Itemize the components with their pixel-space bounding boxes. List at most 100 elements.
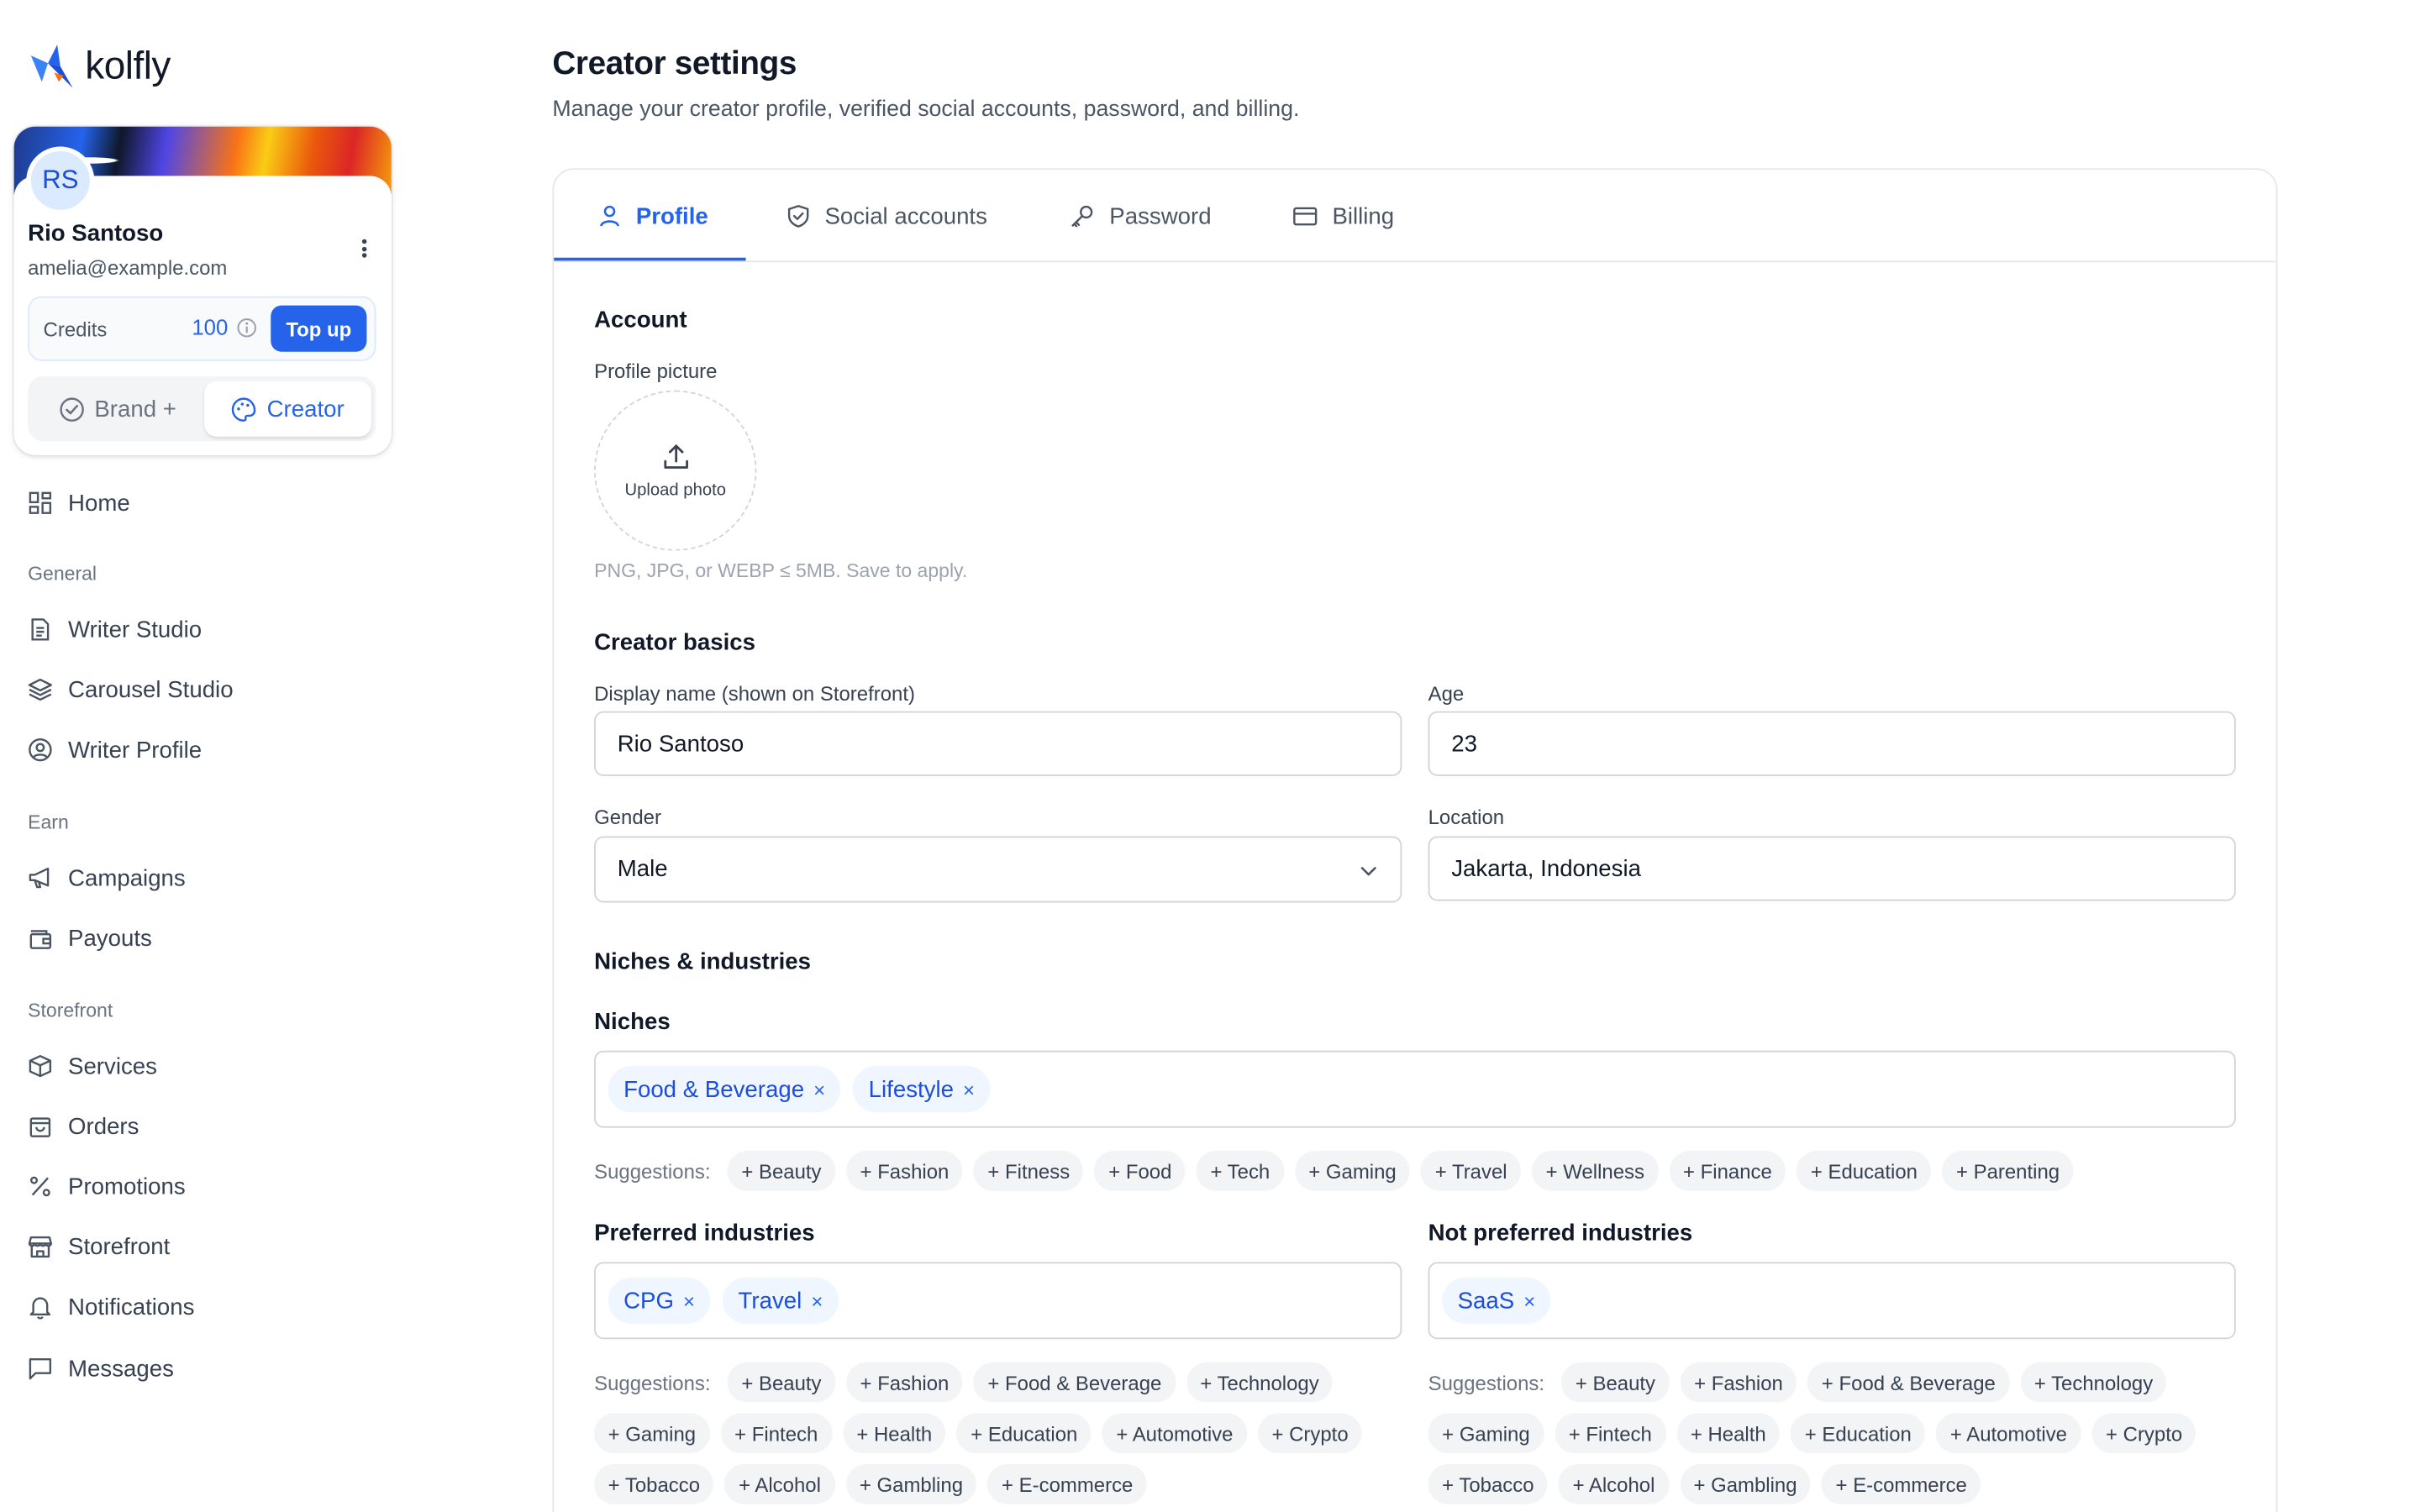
industry-chip: SaaS × (1442, 1277, 1551, 1324)
sidebar-item-writer-studio[interactable]: Writer Studio (28, 609, 202, 649)
sidebar-item-label: Carousel Studio (68, 676, 234, 703)
suggestion-chip[interactable]: + Alcohol (1559, 1464, 1669, 1504)
sidebar-item-messages[interactable]: Messages (28, 1348, 174, 1389)
location-label: Location (1428, 805, 1505, 829)
gender-label: Gender (594, 805, 661, 829)
user-email: amelia@example.com (28, 255, 228, 280)
sidebar-item-label: Writer Studio (68, 616, 203, 643)
remove-chip-icon[interactable]: × (963, 1078, 975, 1101)
remove-chip-icon[interactable]: × (813, 1078, 825, 1101)
sidebar-item-label: Orders (68, 1113, 139, 1140)
suggestion-chip[interactable]: + Gambling (1679, 1464, 1812, 1504)
tab-social-accounts[interactable]: Social accounts (786, 170, 987, 262)
credits-label: Credits (43, 318, 108, 341)
more-options-icon[interactable] (355, 236, 373, 260)
tab-label: Password (1109, 202, 1212, 229)
suggestion-chip[interactable]: + Wellness (1532, 1151, 1659, 1191)
gender-select[interactable]: Male (594, 836, 1402, 903)
shopping-bag-icon (29, 1117, 51, 1137)
display-name-input[interactable]: Rio Santoso (594, 711, 1402, 776)
suggestion-chip[interactable]: + Tobacco (594, 1464, 714, 1504)
suggestion-chip[interactable]: + Fashion (845, 1151, 963, 1191)
sidebar-item-label: Campaigns (68, 864, 186, 891)
suggestion-chip[interactable]: + Food & Beverage (973, 1362, 1176, 1403)
sidebar-item-services[interactable]: Services (28, 1046, 157, 1086)
sidebar-item-campaigns[interactable]: Campaigns (28, 858, 186, 898)
sidebar-item-payouts[interactable]: Payouts (28, 918, 152, 958)
avatar[interactable]: RS (26, 146, 95, 215)
suggestion-chip[interactable]: + Tobacco (1428, 1464, 1549, 1504)
not-preferred-industries-tag-input[interactable]: SaaS × (1428, 1262, 2236, 1340)
suggestion-chip[interactable]: + Finance (1669, 1151, 1786, 1191)
age-input[interactable]: 23 (1428, 711, 2236, 776)
suggestion-chip[interactable]: + Parenting (1942, 1151, 2074, 1191)
sidebar-item-home[interactable]: Home (28, 483, 130, 523)
suggestion-chip[interactable]: + Health (1676, 1413, 1781, 1454)
tab-profile[interactable]: Profile (597, 170, 708, 262)
sidebar-item-storefront[interactable]: Storefront (28, 1226, 170, 1267)
sidebar-item-writer-profile[interactable]: Writer Profile (28, 730, 202, 770)
tab-billing[interactable]: Billing (1292, 170, 1394, 262)
suggestions-label: Suggestions: (1428, 1370, 1545, 1394)
suggestion-chip[interactable]: + Technology (2020, 1362, 2167, 1403)
suggestion-chip[interactable]: + Beauty (1561, 1362, 1670, 1403)
suggestion-chip[interactable]: + Travel (1421, 1151, 1522, 1191)
suggestion-chip[interactable]: + Gambling (845, 1464, 977, 1504)
suggestion-chip[interactable]: + E-commerce (1821, 1464, 1981, 1504)
suggestion-chip[interactable]: + Beauty (727, 1151, 836, 1191)
sidebar-item-notifications[interactable]: Notifications (28, 1287, 194, 1327)
suggestion-chip[interactable]: + Technology (1186, 1362, 1334, 1403)
user-name: Rio Santoso (28, 220, 164, 247)
niches-tag-input[interactable]: Food & Beverage × Lifestyle × (594, 1050, 2236, 1128)
preferred-industries-tag-input[interactable]: CPG × Travel × (594, 1262, 1402, 1340)
mode-brand-button[interactable]: Brand + (34, 383, 202, 435)
chip-label: Travel (738, 1287, 802, 1314)
dashboard-grid-icon (29, 491, 52, 514)
suggestion-chip[interactable]: + Gaming (1294, 1151, 1411, 1191)
suggestion-chip[interactable]: + E-commerce (987, 1464, 1147, 1504)
suggestion-chip[interactable]: + Food & Beverage (1807, 1362, 2010, 1403)
info-icon[interactable] (237, 318, 257, 338)
suggestion-chip[interactable]: + Fashion (1680, 1362, 1797, 1403)
sidebar-item-promotions[interactable]: Promotions (28, 1167, 186, 1207)
suggestion-chip[interactable]: + Crypto (1257, 1413, 1363, 1454)
top-up-button[interactable]: Top up (271, 305, 367, 352)
age-label: Age (1428, 681, 1465, 706)
not-preferred-suggestions: Suggestions: + Beauty + Fashion + Food &… (1428, 1362, 2236, 1504)
tab-password[interactable]: Password (1069, 170, 1212, 262)
suggestion-chip[interactable]: + Fintech (1555, 1413, 1666, 1454)
suggestion-chip[interactable]: + Education (956, 1413, 1092, 1454)
upload-photo-button[interactable]: Upload photo (594, 390, 757, 551)
location-input[interactable]: Jakarta, Indonesia (1428, 836, 2236, 901)
remove-chip-icon[interactable]: × (683, 1289, 695, 1313)
suggestion-chip[interactable]: + Automotive (1936, 1413, 2081, 1454)
suggestion-chip[interactable]: + Crypto (2091, 1413, 2196, 1454)
suggestion-chip[interactable]: + Fashion (845, 1362, 963, 1403)
logo[interactable]: kolfly (26, 42, 171, 92)
profile-picture-label: Profile picture (594, 359, 718, 383)
suggestion-chip[interactable]: + Fintech (720, 1413, 832, 1454)
sidebar-item-orders[interactable]: Orders (28, 1106, 139, 1147)
not-preferred-industries-label: Not preferred industries (1428, 1220, 1693, 1247)
sidebar: kolfly RS Rio Santoso amelia@example.com… (0, 0, 418, 1512)
sidebar-item-carousel-studio[interactable]: Carousel Studio (28, 669, 234, 710)
mode-creator-button[interactable]: Creator (204, 381, 371, 437)
suggestion-chip[interactable]: + Beauty (727, 1362, 836, 1403)
suggestion-chip[interactable]: + Health (842, 1413, 946, 1454)
remove-chip-icon[interactable]: × (811, 1289, 823, 1313)
settings-tabs: Profile Social accounts Password Billing (554, 170, 2276, 263)
suggestion-chip[interactable]: + Tech (1196, 1151, 1284, 1191)
kolfly-logo-icon (30, 45, 73, 88)
suggestion-chip[interactable]: + Food (1094, 1151, 1186, 1191)
package-icon (29, 1055, 52, 1078)
account-heading: Account (594, 307, 687, 333)
suggestion-chip[interactable]: + Gaming (594, 1413, 710, 1454)
remove-chip-icon[interactable]: × (1523, 1289, 1535, 1313)
suggestion-chip[interactable]: + Fitness (973, 1151, 1084, 1191)
suggestion-chip[interactable]: + Alcohol (724, 1464, 835, 1504)
display-name-label: Display name (shown on Storefront) (594, 681, 915, 706)
suggestion-chip[interactable]: + Automotive (1102, 1413, 1248, 1454)
suggestion-chip[interactable]: + Gaming (1428, 1413, 1544, 1454)
suggestion-chip[interactable]: + Education (1797, 1151, 1932, 1191)
suggestion-chip[interactable]: + Education (1791, 1413, 1926, 1454)
